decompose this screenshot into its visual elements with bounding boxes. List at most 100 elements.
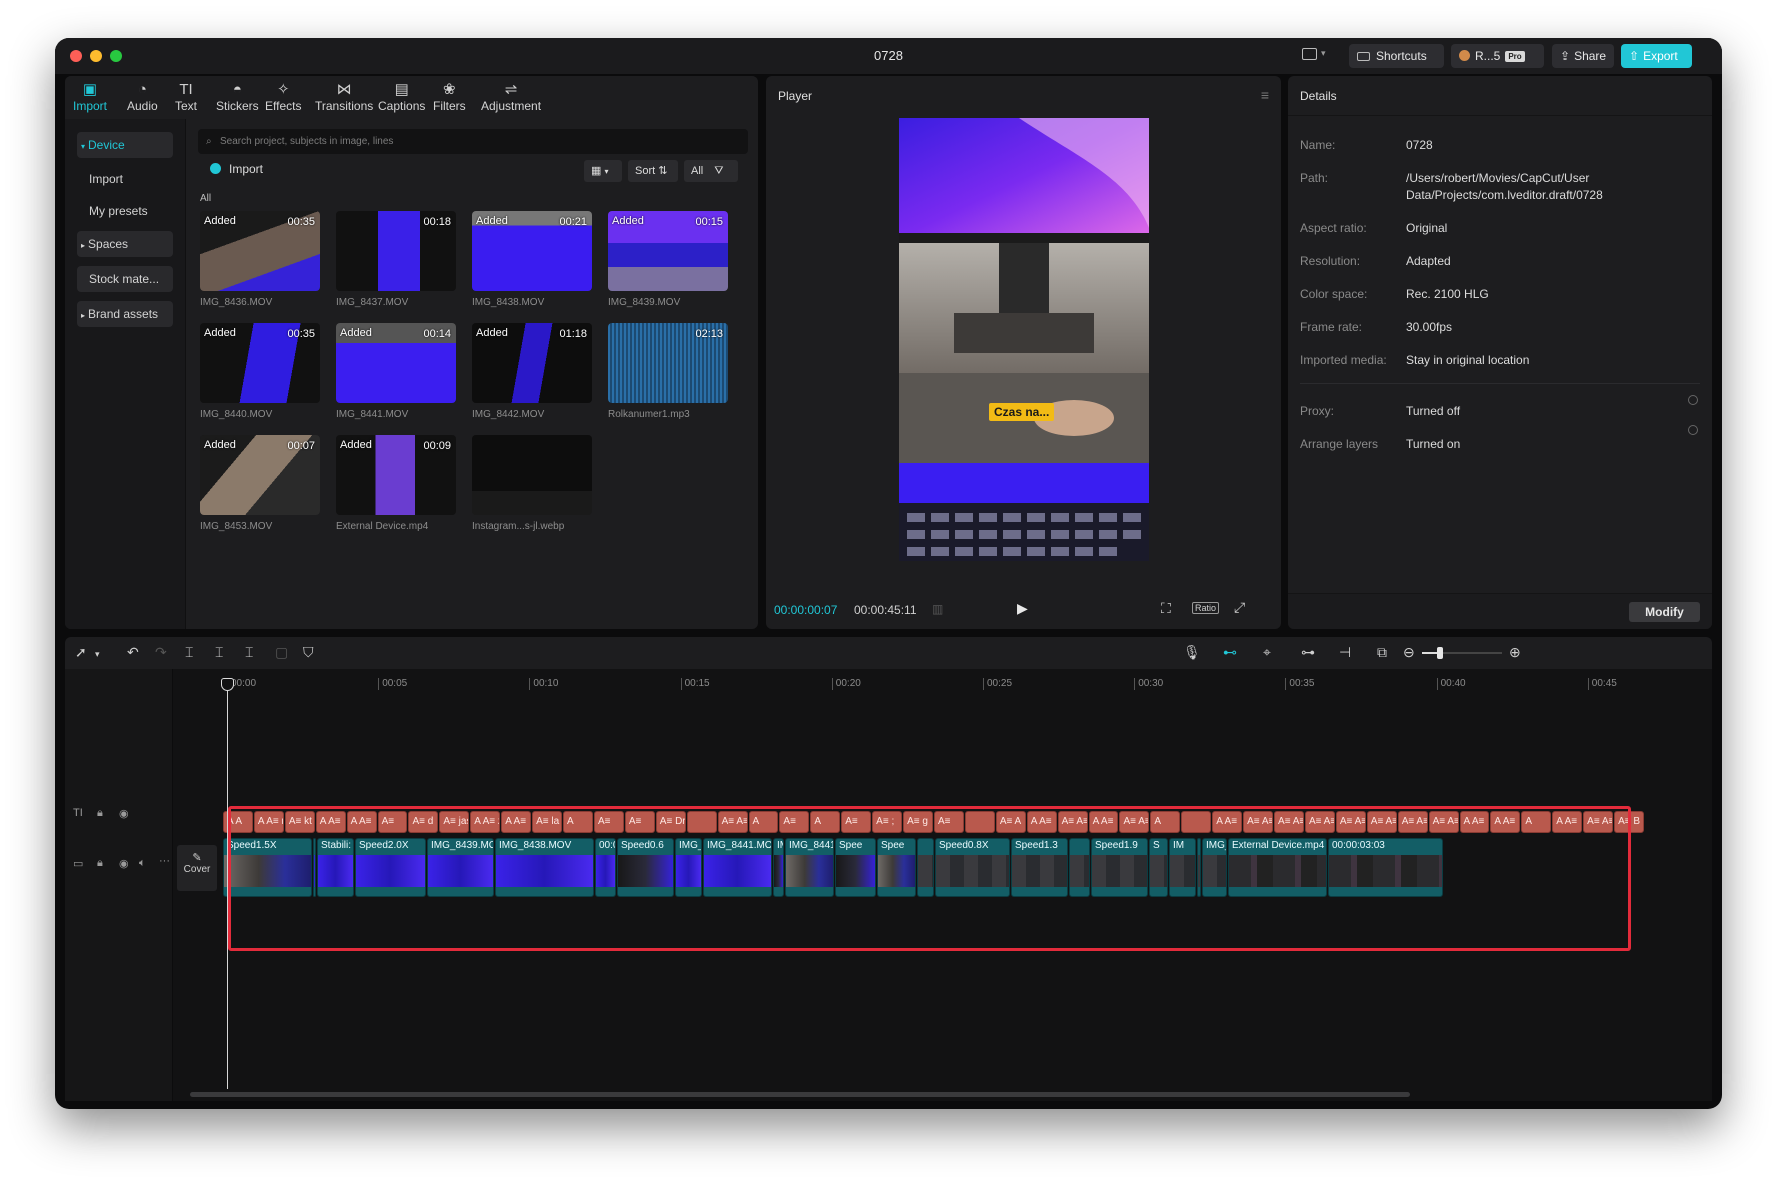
chevron-down-icon[interactable]: ▾ <box>95 646 100 662</box>
share-label: Share <box>1574 49 1607 63</box>
media-thumbnail[interactable]: Added 00:14 <box>336 323 456 403</box>
playhead-handle[interactable] <box>221 678 234 691</box>
media-item[interactable]: Added 00:09 External Device.mp4 <box>336 435 456 532</box>
play-icon[interactable]: ▶ <box>1017 600 1028 617</box>
tab-text[interactable]: TI Text <box>175 80 197 113</box>
tab-adjustment[interactable]: ⇌ Adjustment <box>481 80 541 113</box>
tab-captions[interactable]: ▤ Captions <box>378 80 425 113</box>
more-icon[interactable]: ··· <box>159 855 170 867</box>
media-thumbnail[interactable]: Added 00:07 <box>200 435 320 515</box>
media-item[interactable]: Added 01:18 IMG_8442.MOV <box>472 323 592 420</box>
split-right-icon[interactable]: ⌶ <box>245 644 253 660</box>
media-filename: External Device.mp4 <box>336 521 429 532</box>
cover-button[interactable]: ✎ Cover <box>177 845 217 891</box>
tab-audio[interactable]: ◔ Audio <box>127 80 158 113</box>
media-item[interactable]: Added 00:21 IMG_8438.MOV <box>472 211 592 308</box>
tab-import[interactable]: ▣ Import <box>73 80 107 113</box>
adjustment-icon: ⇌ <box>504 81 518 98</box>
lock-icon[interactable]: 🔒︎ <box>97 807 103 820</box>
caption-overlay[interactable]: Czas na... <box>989 403 1055 421</box>
timeline-ruler[interactable]: 00:00 00:05 00:10 00:15 00:20 00:25 00:30 00:35… <box>65 669 1712 695</box>
media-thumbnail[interactable]: Added 00:21 <box>472 211 592 291</box>
search-input[interactable]: ⌕ Search project, subjects in image, line… <box>198 129 748 154</box>
split-left-icon[interactable]: ⌶ <box>215 644 223 660</box>
microphone-icon[interactable]: 🎙 <box>1183 644 1201 660</box>
media-thumbnail[interactable]: Added 00:15 <box>608 211 728 291</box>
main-track-magnet-icon[interactable]: ⊷ <box>1223 644 1237 660</box>
preview-axis-icon[interactable]: ⊣ <box>1339 644 1351 660</box>
zoom-slider-handle[interactable] <box>1437 647 1443 659</box>
auto-snap-icon[interactable]: ⌖ <box>1263 644 1271 660</box>
all-heading: All <box>200 193 212 204</box>
media-thumbnail[interactable] <box>472 435 592 515</box>
share-icon: ⇪ <box>1560 49 1571 63</box>
zoom-in-icon[interactable]: ⊕ <box>1509 644 1521 660</box>
menu-icon[interactable]: ≡ <box>1261 87 1269 103</box>
tab-effects[interactable]: ✧ Effects <box>265 80 301 113</box>
media-item[interactable]: Added 00:35 IMG_8436.MOV <box>200 211 320 308</box>
import-button[interactable]: Import <box>210 162 263 176</box>
select-tool-icon[interactable]: ➚ <box>75 644 87 660</box>
account-button[interactable]: R...5 Pro <box>1451 44 1544 68</box>
sidebar-item-import[interactable]: Import <box>77 166 173 192</box>
media-item[interactable]: 02:13 Rolkanumer1.mp3 <box>608 323 728 420</box>
media-duration: 00:09 <box>423 440 451 452</box>
sidebar-item-stock-material[interactable]: Stock mate... <box>77 266 173 292</box>
eye-icon[interactable]: ◉ <box>119 807 129 820</box>
chevron-down-icon: ▾ <box>604 167 609 176</box>
filter-button[interactable]: All ⛛ <box>684 160 738 182</box>
modify-button[interactable]: Modify <box>1629 602 1700 622</box>
media-thumbnail[interactable]: Added 00:35 <box>200 211 320 291</box>
view-mode-toggle[interactable]: ▦ ▾ <box>584 160 622 182</box>
media-filename: IMG_8438.MOV <box>472 297 545 308</box>
undo-icon[interactable]: ↶ <box>127 644 139 660</box>
export-label: Export <box>1643 49 1678 63</box>
sidebar-item-my-presets[interactable]: My presets <box>77 198 173 224</box>
tab-transitions[interactable]: ⋈ Transitions <box>315 80 373 113</box>
ratio-button[interactable]: Ratio <box>1192 602 1220 614</box>
sidebar-item-device[interactable]: ▾ Device <box>77 132 173 158</box>
ruler-tick: 00:45 <box>1587 678 1617 690</box>
tab-filters[interactable]: ❀ Filters <box>433 80 466 113</box>
fit-icon[interactable]: ⧉ <box>1377 644 1387 660</box>
timeline-grid-icon[interactable]: ▥ <box>932 602 943 616</box>
added-badge: Added <box>612 215 644 227</box>
proxy-info-icon[interactable] <box>1688 395 1698 405</box>
tab-stickers[interactable]: ◓ Stickers <box>216 80 259 113</box>
split-icon[interactable]: ⌶ <box>185 644 193 660</box>
delete-icon[interactable]: ▢ <box>275 644 288 660</box>
volume-icon[interactable]: 🔈︎ <box>139 857 146 870</box>
details-title: Details <box>1300 89 1337 103</box>
media-item[interactable]: Added 00:07 IMG_8453.MOV <box>200 435 320 532</box>
link-icon[interactable]: ⊶ <box>1301 644 1315 660</box>
media-item[interactable]: Added 00:15 IMG_8439.MOV <box>608 211 728 308</box>
media-thumbnail[interactable]: Added 01:18 <box>472 323 592 403</box>
eye-icon[interactable]: ◉ <box>119 857 129 870</box>
share-button[interactable]: ⇪ Share <box>1552 44 1614 68</box>
media-thumbnail[interactable]: Added 00:35 <box>200 323 320 403</box>
video-preview[interactable]: Czas na... <box>899 118 1149 561</box>
layout-icon[interactable] <box>1302 48 1317 60</box>
media-item[interactable]: Added 00:35 IMG_8440.MOV <box>200 323 320 420</box>
screenshot-icon[interactable]: ⛶ <box>1161 600 1171 617</box>
horizontal-scrollbar[interactable] <box>190 1092 1410 1097</box>
redo-icon[interactable]: ↷ <box>155 644 167 660</box>
detail-value: Adapted <box>1406 254 1451 268</box>
fullscreen-icon[interactable]: ⤢ <box>1234 599 1245 616</box>
arrange-layers-info-icon[interactable] <box>1688 425 1698 435</box>
lock-icon[interactable]: 🔒︎ <box>97 857 103 870</box>
sidebar-item-spaces[interactable]: ▸ Spaces <box>77 231 173 257</box>
media-thumbnail[interactable]: 00:18 <box>336 211 456 291</box>
sort-button[interactable]: Sort ⇅ <box>628 160 678 182</box>
media-thumbnail[interactable]: Added 00:09 <box>336 435 456 515</box>
zoom-out-icon[interactable]: ⊖ <box>1403 644 1415 660</box>
chevron-down-icon[interactable]: ▾ <box>1321 48 1326 59</box>
media-thumbnail[interactable]: 02:13 <box>608 323 728 403</box>
media-item[interactable]: 00:18 IMG_8437.MOV <box>336 211 456 308</box>
media-item[interactable]: Instagram...s-jl.webp <box>472 435 592 532</box>
marker-icon[interactable]: ⛉ <box>303 644 314 660</box>
sidebar-item-brand-assets[interactable]: ▸ Brand assets <box>77 301 173 327</box>
export-button[interactable]: ⇧ Export <box>1621 44 1692 68</box>
shortcuts-button[interactable]: Shortcuts <box>1349 44 1444 68</box>
media-item[interactable]: Added 00:14 IMG_8441.MOV <box>336 323 456 420</box>
